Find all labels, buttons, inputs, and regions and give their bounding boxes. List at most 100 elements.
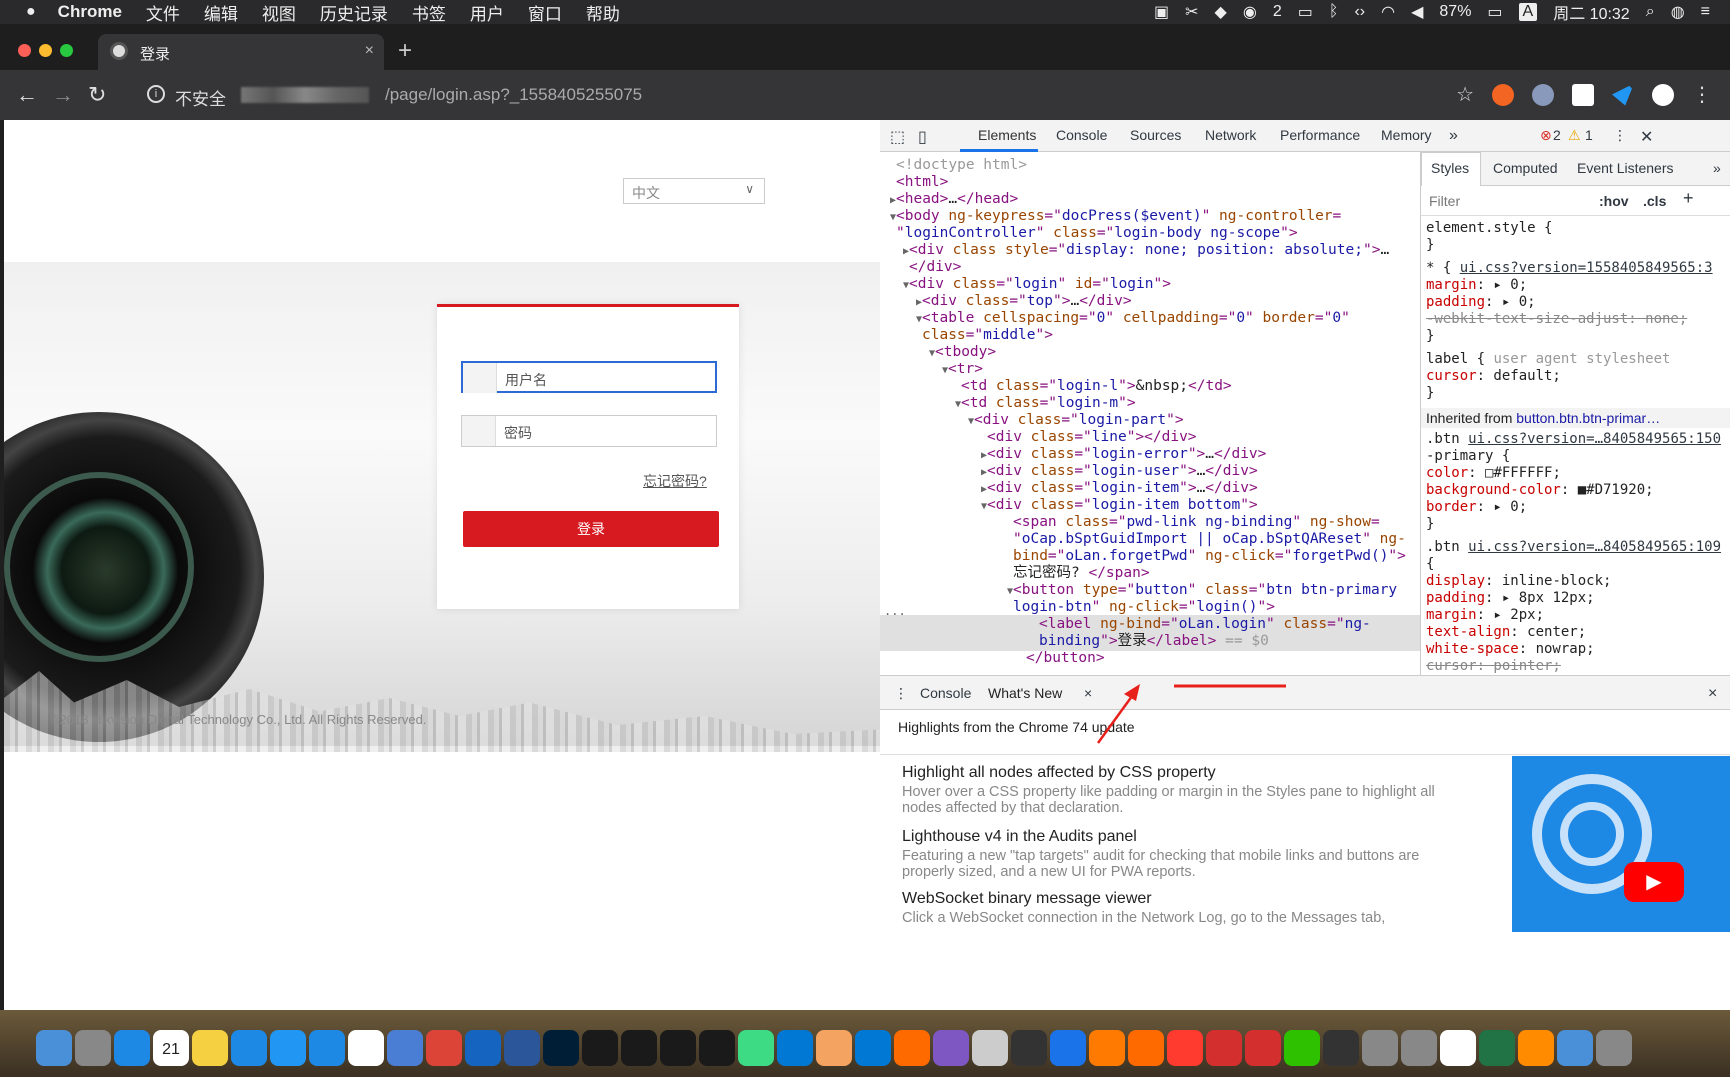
menu-file[interactable]: 文件 — [146, 0, 180, 25]
battery-icon[interactable]: ▭ — [1487, 2, 1502, 22]
style-rule-line[interactable]: * { ui.css?version=1558405849565:3 — [1426, 260, 1713, 276]
youtube-play-icon[interactable]: ▶ — [1624, 862, 1684, 902]
forgot-password-link[interactable]: 忘记密码? — [643, 471, 707, 491]
dock-app-icon[interactable] — [894, 1030, 930, 1066]
password-field[interactable]: 密码 — [461, 415, 717, 447]
wifi-icon[interactable]: ◠ — [1381, 2, 1395, 22]
dock-app-icon[interactable] — [1245, 1030, 1281, 1066]
dock-app-icon[interactable] — [1089, 1030, 1125, 1066]
styles-filter-input[interactable]: Filter — [1429, 193, 1460, 209]
language-select[interactable]: 中文 ∨ — [623, 178, 765, 204]
airplay-icon[interactable]: ▭ — [1298, 2, 1313, 22]
dock-app-icon[interactable] — [1284, 1030, 1320, 1066]
dom-node-dots[interactable]: ... — [884, 604, 906, 618]
dock-app-icon[interactable] — [465, 1030, 501, 1066]
feature-item[interactable]: WebSocket binary message viewer Click a … — [902, 890, 1442, 930]
style-rule-line[interactable]: color: □#FFFFFF; — [1426, 465, 1561, 481]
menu-user[interactable]: 用户 — [470, 0, 504, 25]
dock-app-icon[interactable] — [699, 1030, 735, 1066]
dock-app-icon[interactable] — [1440, 1030, 1476, 1066]
url-path[interactable]: /page/login.asp?_1558405255075 — [385, 85, 642, 105]
style-rule-line[interactable]: .btn ui.css?version=…8405849565:109 — [1426, 539, 1721, 555]
app-menu-chrome[interactable]: Chrome — [58, 2, 122, 22]
dock-app-icon[interactable] — [777, 1030, 813, 1066]
tab-network[interactable]: Network — [1205, 127, 1256, 143]
cls-button[interactable]: .cls — [1643, 193, 1666, 209]
tab-computed[interactable]: Computed — [1493, 160, 1558, 176]
hov-button[interactable]: :hov — [1599, 193, 1629, 209]
dock-app-icon[interactable] — [1479, 1030, 1515, 1066]
info-icon[interactable]: i — [147, 85, 165, 103]
security-status[interactable]: 不安全 — [175, 85, 226, 110]
menu-edit[interactable]: 编辑 — [204, 0, 238, 25]
inspect-element-icon[interactable]: ⬚ — [890, 127, 905, 147]
dock-app-icon[interactable] — [75, 1030, 111, 1066]
dom-node-line[interactable]: bind="oLan.forgetPwd" ng-click="forgetPw… — [880, 547, 1420, 566]
menu-view[interactable]: 视图 — [262, 0, 296, 25]
back-arrow-icon[interactable]: ← — [16, 82, 38, 108]
drawer-tab-console[interactable]: Console — [920, 685, 971, 701]
dock-app-icon[interactable] — [621, 1030, 657, 1066]
dock-app-icon[interactable] — [1206, 1030, 1242, 1066]
zoom-window-icon[interactable] — [60, 44, 73, 57]
style-rule-line[interactable]: background-color: ■#D71920; — [1426, 482, 1654, 498]
dock-app-icon[interactable] — [1167, 1030, 1203, 1066]
screenshot-icon[interactable]: ▣ — [1154, 2, 1169, 22]
feature-item[interactable]: Highlight all nodes affected by CSS prop… — [902, 764, 1442, 816]
dom-node-line[interactable]: <div class="line"></div> — [880, 428, 1420, 447]
style-rule-line[interactable]: .btn ui.css?version=…8405849565:150 — [1426, 431, 1721, 447]
spotlight-search-icon[interactable]: ⌕ — [1646, 3, 1655, 21]
volume-icon[interactable]: ◀ — [1411, 2, 1423, 22]
dock-app-icon[interactable] — [1323, 1030, 1359, 1066]
bluetooth-icon[interactable]: ᛒ — [1329, 3, 1339, 21]
dom-node-line[interactable]: <span class="pwd-link ng-binding" ng-sho… — [880, 513, 1420, 532]
extension-send-icon[interactable] — [1612, 83, 1634, 106]
dom-node-line[interactable]: "loginController" class="login-body ng-s… — [880, 224, 1420, 243]
dock-app-icon[interactable] — [738, 1030, 774, 1066]
notification-center-icon[interactable]: ≡ — [1701, 3, 1710, 21]
drawer-close-icon[interactable]: × — [1708, 685, 1717, 703]
dock-app-icon[interactable] — [972, 1030, 1008, 1066]
dock-app-icon[interactable] — [816, 1030, 852, 1066]
tab-memory[interactable]: Memory — [1381, 127, 1432, 143]
dom-node-line[interactable]: class="middle"> — [880, 326, 1420, 345]
style-rule-line[interactable]: Inherited from button.btn.btn-primar… — [1421, 408, 1730, 428]
warning-count[interactable]: 1 — [1585, 127, 1593, 143]
dock-app-icon[interactable] — [504, 1030, 540, 1066]
devtools-close-icon[interactable]: ✕ — [1640, 127, 1653, 147]
dock-app-icon[interactable] — [1518, 1030, 1554, 1066]
dock-app-icon[interactable] — [1050, 1030, 1086, 1066]
drawer-menu-icon[interactable]: ⋮ — [894, 685, 908, 702]
new-tab-button[interactable]: + — [398, 39, 412, 63]
style-rule-line[interactable]: } — [1426, 516, 1434, 532]
dom-node-line[interactable]: 忘记密码? </span> — [880, 564, 1420, 583]
input-method[interactable]: A — [1518, 3, 1538, 21]
dom-node-line[interactable]: </button> — [880, 649, 1420, 668]
menu-bookmarks[interactable]: 书签 — [412, 0, 446, 25]
dock-app-icon[interactable] — [1401, 1030, 1437, 1066]
dom-node-line[interactable]: "oCap.bSptGuidImport || oCap.bSptQAReset… — [880, 530, 1420, 549]
devtools-menu-icon[interactable]: ⋮ — [1613, 127, 1627, 144]
dom-node-line[interactable]: <label ng-bind="oLan.login" class="ng- — [880, 615, 1420, 634]
style-rule-line[interactable]: margin: ▸ 0; — [1426, 277, 1527, 293]
dom-node-line[interactable]: <!doctype html> — [880, 156, 1420, 175]
error-count[interactable]: 2 — [1553, 127, 1561, 143]
tab-styles[interactable]: Styles — [1431, 160, 1469, 176]
style-rule-line[interactable]: text-align: center; — [1426, 624, 1586, 640]
menu-help[interactable]: 帮助 — [586, 0, 620, 25]
dock-app-icon[interactable] — [309, 1030, 345, 1066]
login-button[interactable]: 登录 — [463, 511, 719, 547]
dom-node-line[interactable]: <td class="login-l">&nbsp;</td> — [880, 377, 1420, 396]
style-rule-line[interactable]: -primary { — [1426, 448, 1510, 464]
tab-elements[interactable]: Elements — [978, 127, 1036, 143]
browser-tab[interactable]: 登录 × — [98, 34, 384, 70]
tab-event-listeners[interactable]: Event Listeners — [1577, 160, 1674, 176]
warning-icon[interactable]: ⚠ — [1568, 127, 1581, 144]
dock-app-icon[interactable] — [1362, 1030, 1398, 1066]
dock-app-icon[interactable] — [231, 1030, 267, 1066]
style-rule-line[interactable]: white-space: nowrap; — [1426, 641, 1595, 657]
dock-app-icon[interactable] — [192, 1030, 228, 1066]
apple-menu-icon[interactable]: ● — [26, 3, 36, 21]
feature-item[interactable]: Lighthouse v4 in the Audits panel Featur… — [902, 828, 1442, 880]
extension-blue-icon[interactable] — [1532, 83, 1554, 106]
